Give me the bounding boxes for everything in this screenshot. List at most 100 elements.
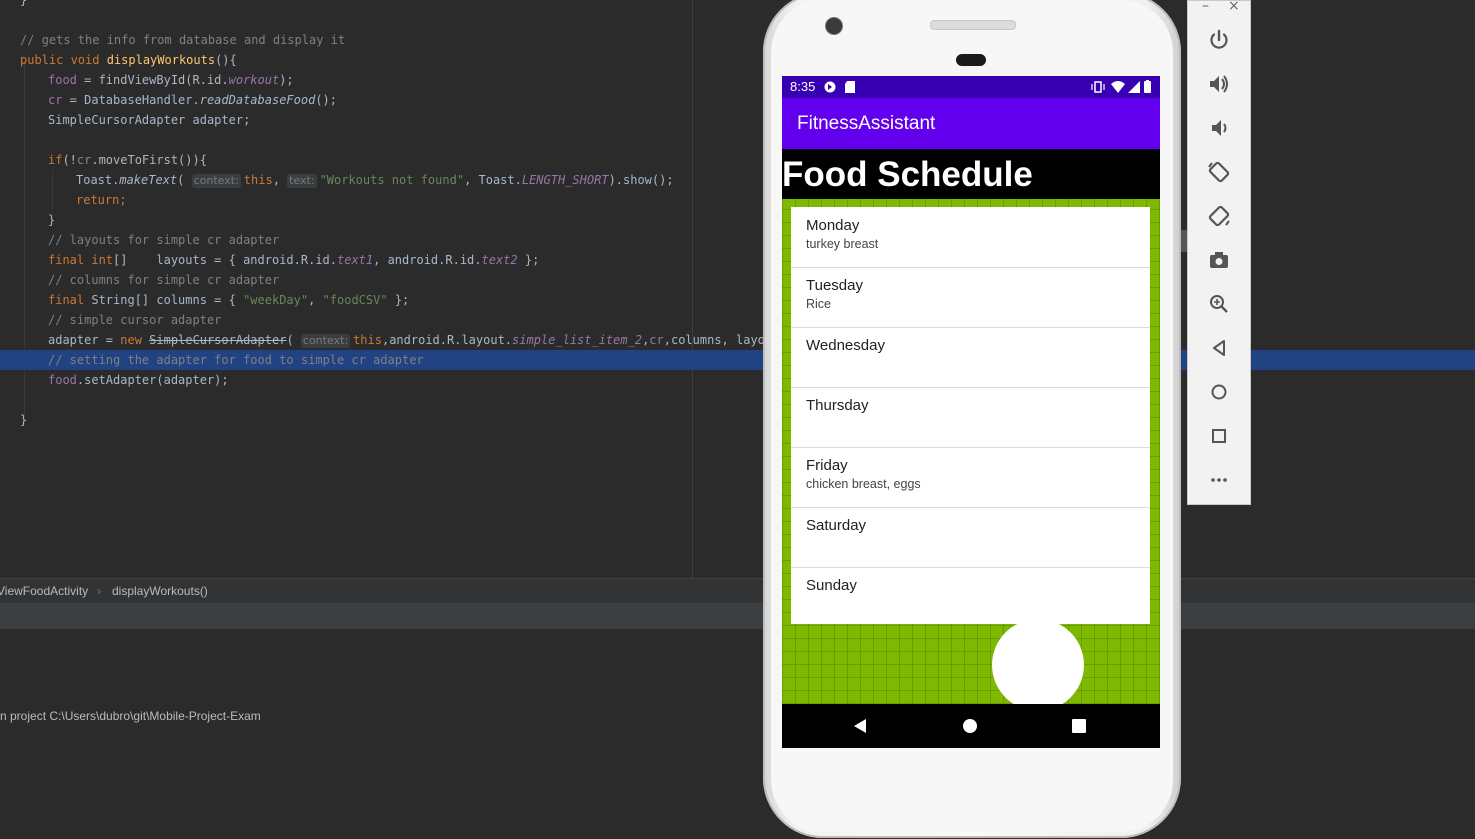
status-bar: 8:35 — [782, 76, 1160, 98]
overview-button-icon[interactable] — [1059, 704, 1099, 748]
code-token: public void — [20, 53, 107, 67]
vibrate-icon — [1091, 81, 1105, 93]
code-token: SimpleCursorAdapter adapter; — [48, 113, 251, 127]
console-panel: n project C:\Users\dubro\git\Mobile-Proj… — [0, 629, 1475, 839]
code-line[interactable]: food.setAdapter(adapter); — [0, 370, 1475, 390]
code-token: simple_list_item_2 — [512, 333, 643, 347]
cell-signal-icon — [1128, 81, 1140, 93]
code-token: if — [48, 153, 63, 167]
code-line[interactable]: if(!cr.moveToFirst()){ — [0, 150, 1475, 170]
rotate-left-icon[interactable] — [1206, 159, 1232, 185]
code-token: adapter = — [48, 333, 121, 347]
code-token: this — [243, 173, 273, 187]
code-line[interactable]: return; — [0, 190, 1475, 210]
wifi-icon — [1111, 81, 1125, 93]
code-line[interactable]: adapter = new SimpleCursorAdapter( conte… — [0, 330, 1475, 350]
code-token: context: — [300, 334, 351, 348]
code-token: = DatabaseHandler. — [62, 93, 200, 107]
code-line[interactable]: } — [0, 0, 1475, 10]
code-token: }; — [517, 253, 540, 267]
code-token: food — [48, 73, 77, 87]
code-line[interactable]: final int[] layouts = { android.R.id.tex… — [0, 250, 1475, 270]
home-icon[interactable] — [1206, 379, 1232, 405]
zoom-icon[interactable] — [1206, 291, 1232, 317]
day-label: Saturday — [806, 517, 867, 534]
back-icon[interactable] — [1206, 335, 1232, 361]
list-item-saturday[interactable]: Saturday — [791, 507, 1150, 568]
code-token: .setAdapter(adapter); — [76, 373, 229, 387]
status-time: 8:35 — [790, 79, 816, 94]
code-token: new — [120, 333, 150, 347]
day-label: Sunday — [806, 577, 857, 594]
code-token: text2 — [481, 253, 518, 267]
overview-icon[interactable] — [1206, 423, 1232, 449]
page-heading: Food Schedule — [782, 155, 1033, 194]
code-line[interactable]: Toast.makeText( context: this, text: "Work… — [0, 170, 1475, 190]
code-token: } — [20, 0, 28, 7]
code-line[interactable]: } — [0, 210, 1475, 230]
code-token: ( — [177, 173, 192, 187]
code-line[interactable]: // simple cursor adapter — [0, 310, 1475, 330]
code-token: text: — [287, 174, 317, 188]
code-token: cr — [48, 93, 63, 107]
code-token: , android.R.id. — [373, 253, 482, 267]
code-token: (){ — [215, 53, 237, 67]
code-line[interactable]: cr = DatabaseHandler.readDatabaseFood(); — [0, 90, 1475, 110]
code-token: "foodCSV" — [322, 293, 388, 307]
code-line[interactable]: final String[] columns = { "weekDay", "f… — [0, 290, 1475, 310]
code-line[interactable]: // setting the adapter for food to simpl… — [0, 350, 1475, 370]
minimize-button[interactable]: – — [1202, 0, 1209, 14]
power-icon[interactable] — [1206, 27, 1232, 53]
code-token: this — [353, 333, 382, 347]
code-token: Toast. — [76, 173, 120, 187]
breadcrumb-class[interactable]: ViewFoodActivity — [0, 579, 88, 604]
code-token: } — [48, 213, 56, 227]
food-label: Rice — [806, 297, 832, 311]
app-bar: FitnessAssistant — [782, 98, 1160, 149]
code-line[interactable]: // gets the info from database and displ… — [0, 30, 1475, 50]
breadcrumb-method[interactable]: displayWorkouts() — [112, 579, 208, 604]
volume-up-icon[interactable] — [1206, 71, 1232, 97]
tool-window-header — [0, 603, 1475, 629]
code-editor[interactable]: } // gets the info from database and disp… — [0, 0, 1475, 578]
heading-bar: Food Schedule — [782, 149, 1160, 199]
food-list[interactable]: Monday turkey breast Tuesday Rice Wednesday T… — [791, 207, 1150, 624]
camera-icon[interactable] — [1206, 247, 1232, 273]
rotate-right-icon[interactable] — [1206, 203, 1232, 229]
code-line[interactable]: // layouts for simple cr adapter — [0, 230, 1475, 250]
code-line[interactable]: food = findViewById(R.id.workout); — [0, 70, 1475, 90]
back-button-icon[interactable] — [840, 704, 880, 748]
code-token: ); — [279, 73, 294, 87]
code-token: displayWorkouts — [106, 53, 216, 67]
code-line[interactable]: public void displayWorkouts(){ — [0, 50, 1475, 70]
list-item-monday[interactable]: Monday turkey breast — [791, 207, 1150, 268]
app-title: FitnessAssistant — [797, 113, 936, 134]
code-token: .moveToFirst()){ — [91, 153, 207, 167]
volume-down-icon[interactable] — [1206, 115, 1232, 141]
list-item-sunday[interactable]: Sunday — [791, 567, 1150, 627]
list-item-thursday[interactable]: Thursday — [791, 387, 1150, 448]
code-token: // layouts for simple cr adapter — [48, 233, 280, 247]
list-item-friday[interactable]: Friday chicken breast, eggs — [791, 447, 1150, 508]
code-token: // setting the adapter for food to simpl… — [48, 353, 424, 367]
home-button-icon[interactable] — [950, 704, 990, 748]
phone-screen[interactable]: 8:35 FitnessAssistant Food Schedule Mond… — [782, 76, 1160, 748]
code-token: workout — [228, 73, 280, 87]
code-token: cr — [76, 153, 92, 167]
more-icon[interactable] — [1206, 467, 1232, 493]
list-item-wednesday[interactable]: Wednesday — [791, 327, 1150, 388]
earpiece-speaker — [930, 20, 1016, 30]
code-token: readDatabaseFood — [199, 93, 316, 107]
code-line[interactable]: } — [0, 410, 1475, 430]
code-token: (! — [62, 153, 77, 167]
code-line[interactable]: SimpleCursorAdapter adapter; — [0, 110, 1475, 130]
code-token: makeText — [119, 173, 178, 187]
code-token: final int — [48, 253, 114, 267]
code-token: "Workouts not found" — [319, 173, 465, 187]
code-line[interactable]: // columns for simple cr adapter — [0, 270, 1475, 290]
list-item-tuesday[interactable]: Tuesday Rice — [791, 267, 1150, 328]
close-button[interactable]: × — [1228, 0, 1240, 14]
front-camera-icon — [825, 17, 843, 35]
code-token: } — [20, 413, 28, 427]
code-token: , Toast. — [464, 173, 522, 187]
